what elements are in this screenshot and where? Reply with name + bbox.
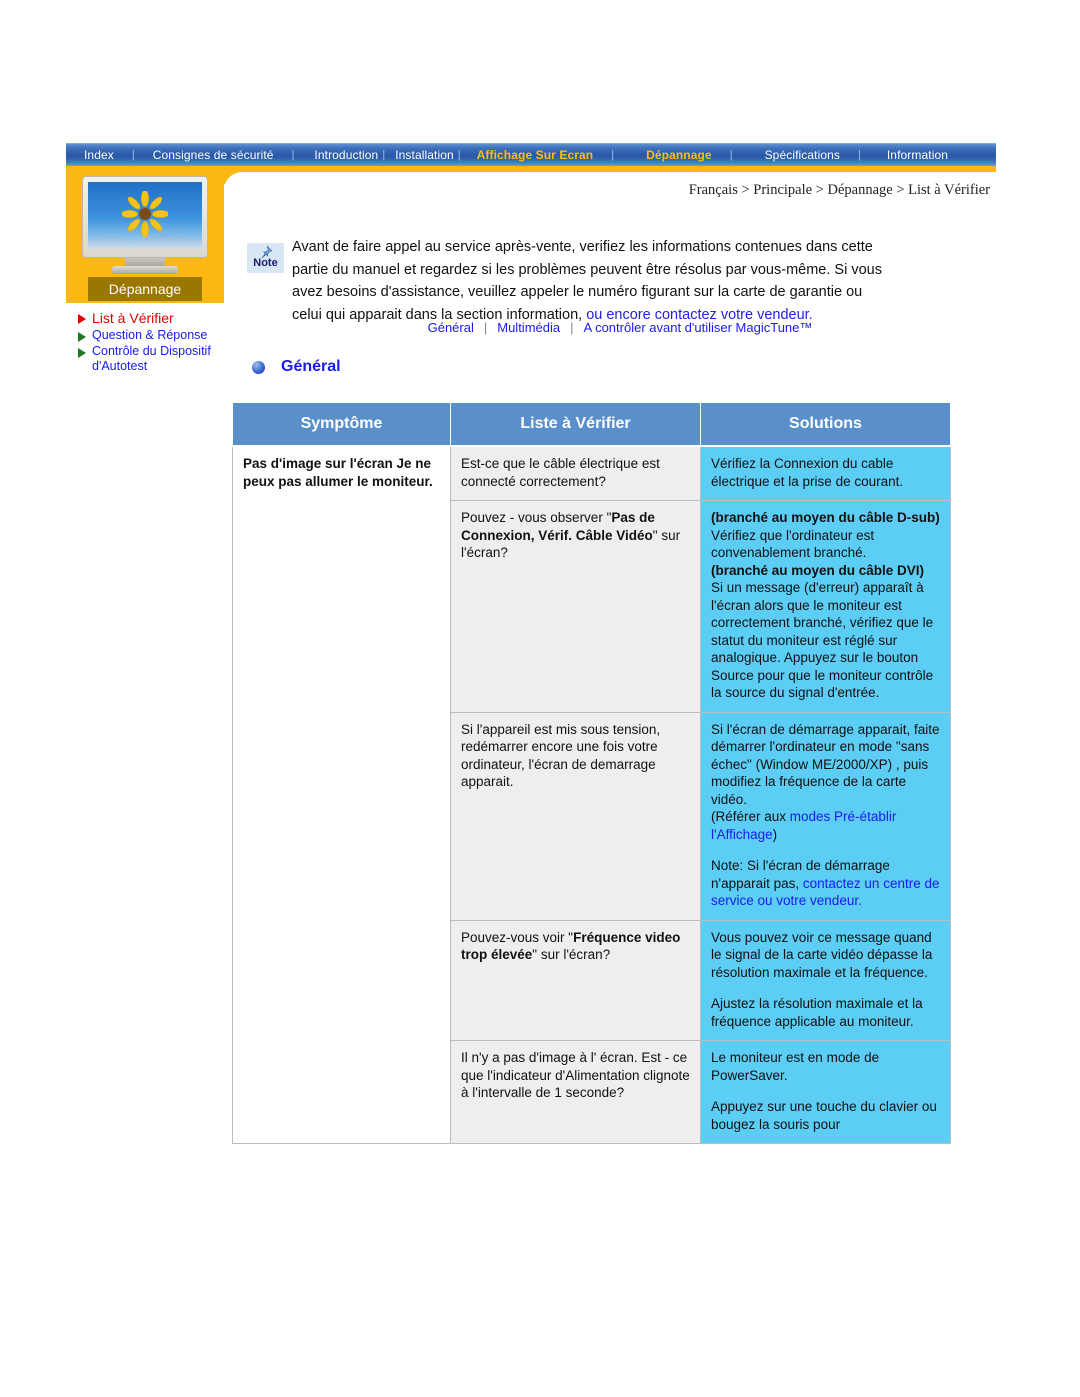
solution-cell: Le moniteur est en mode de PowerSaver. A… (700, 1040, 951, 1144)
solution-heading-dsub: (branché au moyen du câble D-sub) (711, 510, 940, 525)
solution-paragraph: Le moniteur est en mode de PowerSaver. (711, 1050, 880, 1083)
nav-item-consignes-de-s-curit[interactable]: Consignes de sécurité (153, 148, 274, 162)
solution-cell: (branché au moyen du câble D-sub) Vérifi… (700, 500, 951, 713)
subnav-item-general[interactable]: Général (428, 320, 474, 335)
check-text-c: " sur l'écran? (532, 947, 611, 962)
nav-separator: | (382, 149, 386, 161)
nav-item-affichage-sur-ecran[interactable]: Affichage Sur Ecran (477, 148, 594, 162)
section-title: Général (281, 358, 341, 375)
column-header-symptome: Symptôme (232, 402, 451, 447)
solution-reference: (Référer aux modes Pré-établir l'Afficha… (711, 808, 940, 843)
ref-close: ) (772, 826, 778, 842)
triangle-bullet-icon (78, 348, 86, 358)
nav-separator: | (131, 149, 135, 161)
pushpin-icon (261, 245, 273, 259)
monitor-base (112, 266, 178, 274)
solution-paragraph: Appuyez sur une touche du clavier ou bou… (711, 1099, 937, 1132)
check-text-a: Pouvez-vous voir " (461, 929, 574, 945)
sidebar-links: List à Vérifier Question & Réponse Contr… (66, 303, 224, 374)
sidebar-item-label: Contrôle du Dispositif d'Autotest (92, 344, 211, 373)
nav-item-introduction[interactable]: Introduction (314, 148, 378, 162)
nav-item-information[interactable]: Information (887, 148, 948, 162)
solution-paragraph: Si l'écran de démarrage apparait, faite … (711, 721, 940, 807)
monitor-illustration (82, 176, 208, 274)
monitor-frame (82, 176, 208, 258)
sidebar-item-label: List à Vérifier (92, 310, 174, 326)
sidebar-thumbnail: Dépannage (66, 166, 224, 303)
triangle-bullet-icon (78, 314, 86, 324)
solution-text-dvi: Si un message (d'erreur) apparaît à l'éc… (711, 580, 934, 700)
monitor-stand (125, 258, 165, 266)
note-text: Avant de faire appel au service après-ve… (292, 236, 962, 326)
subnav-item-multimedia[interactable]: Multimédia (497, 320, 560, 335)
checklist-cell: Il n'y a pas d'image à l' écran. Est - c… (450, 1040, 701, 1144)
sunflower-icon (122, 190, 168, 237)
sub-navigation: Général | Multimédia | A contrôler avant d'u… (250, 320, 990, 335)
breadcrumb: Français > Principale > Dépannage > List… (688, 182, 990, 198)
sidebar: Dépannage List à Vérifier Question & Rép… (66, 166, 224, 375)
solution-paragraph: Ajustez la résolution maximale et la fré… (711, 996, 923, 1029)
check-text-a: Pouvez - vous observer " (461, 510, 612, 525)
sidebar-thumbnail-label: Dépannage (88, 277, 202, 301)
solution-heading-dvi: (branché au moyen du câble DVI) (711, 562, 925, 578)
solution-note: Note: Si l'écran de démarrage n'apparait… (711, 857, 940, 910)
table-row: Pas d'image sur l'écran Je ne peux pas a… (232, 445, 951, 1144)
subnav-separator: | (483, 320, 488, 335)
solution-cell: Si l'écran de démarrage apparait, faite … (700, 711, 951, 921)
note-line-1: Avant de faire appel au service après-ve… (292, 239, 873, 255)
nav-separator: | (729, 149, 733, 161)
nav-separator: | (291, 149, 295, 161)
troubleshooting-table: Symptôme Liste à Vérifier Solutions Pas … (232, 402, 951, 1144)
checklist-cell: Si l'appareil est mis sous tension, redé… (450, 711, 701, 921)
note-line-2: partie du manuel et regardez si les prob… (292, 261, 882, 278)
note-icon-label: Note (253, 257, 278, 269)
sphere-bullet-icon (252, 360, 265, 374)
solution-cell: Vous pouvez voir ce message quand le sig… (700, 919, 951, 1041)
nav-item-sp-cifications[interactable]: Spécifications (765, 148, 840, 162)
nav-item-installation[interactable]: Installation (395, 148, 454, 162)
table-header-row: Symptôme Liste à Vérifier Solutions (232, 402, 951, 447)
nav-separator: | (457, 149, 461, 161)
solution-paragraph: Vous pouvez voir ce message quand le sig… (711, 929, 933, 980)
sidebar-item-label: Question & Réponse (92, 328, 208, 342)
column-header-solutions: Solutions (700, 402, 951, 447)
triangle-bullet-icon (78, 332, 86, 342)
ref-open: (Référer aux (711, 809, 790, 824)
sidebar-item-controle-autotest[interactable]: Contrôle du Dispositif d'Autotest (70, 344, 224, 374)
subnav-separator: | (570, 320, 574, 335)
nav-separator: | (611, 149, 615, 161)
column-header-liste-a-verifier: Liste à Vérifier (450, 402, 701, 447)
nav-item-index[interactable]: Index (84, 148, 114, 162)
section-heading: Général (252, 358, 341, 376)
note-line-3: avez besoins d'assistance, veuillez appe… (292, 284, 863, 300)
symptom-cell: Pas d'image sur l'écran Je ne peux pas a… (232, 445, 451, 1144)
nav-separator: | (858, 149, 861, 161)
sidebar-item-question-reponse[interactable]: Question & Réponse (70, 328, 224, 343)
checklist-cell: Pouvez-vous voir "Fréquence video trop é… (450, 919, 701, 1041)
checklist-cell: Pouvez - vous observer "Pas de Connexion… (450, 500, 701, 713)
solution-text-dsub: Vérifiez que l'ordinateur est convenable… (711, 527, 875, 561)
solution-cell: Vérifiez la Connexion du cable électriqu… (700, 445, 951, 501)
top-navigation-bar: Index | Consignes de sécurité | Introduction… (66, 143, 996, 166)
nav-item-d-pannage[interactable]: Dépannage (646, 148, 712, 162)
checklist-cell: Est-ce que le câble électrique est conne… (450, 445, 701, 501)
monitor-screen (88, 182, 202, 248)
sidebar-item-list-a-verifier[interactable]: List à Vérifier (70, 310, 224, 327)
note-icon: Note (247, 243, 284, 273)
subnav-item-magictune[interactable]: A contrôler avant d'utiliser MagicTune™ (584, 320, 813, 335)
